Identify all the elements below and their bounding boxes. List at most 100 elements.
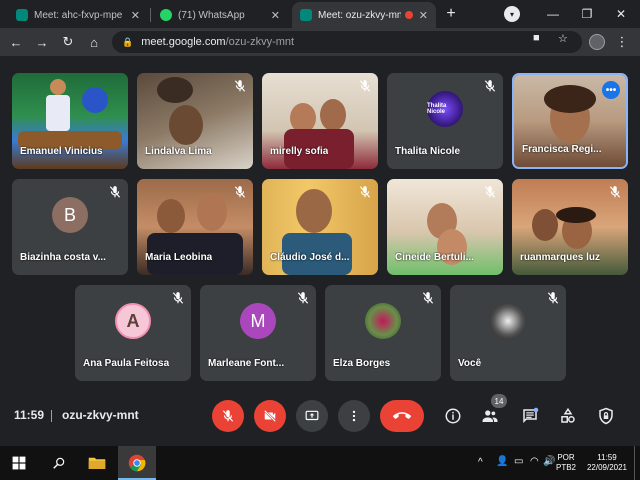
new-tab-button[interactable]: +: [440, 4, 462, 24]
participant-avatar: Thalita Nicole: [427, 91, 463, 127]
participant-tile[interactable]: Thalita Nicole Thalita Nicole: [387, 73, 503, 169]
system-time: 11:59: [597, 453, 617, 462]
mic-toggle-button[interactable]: [212, 400, 244, 432]
tab-meet-ozu[interactable]: Meet: ozu-zkvy-mnt ✕: [292, 2, 436, 28]
tray-chevron-up-icon[interactable]: ^: [478, 458, 483, 468]
menu-kebab-icon[interactable]: ⋮: [612, 32, 632, 52]
keyboard-layout: PTB2: [556, 463, 577, 472]
participant-tile[interactable]: ruanmarques luz: [512, 179, 628, 275]
forward-arrow-icon[interactable]: →: [32, 32, 52, 52]
participant-name: Ana Paula Feitosa: [83, 358, 170, 369]
participant-tile[interactable]: Cineide Bertuli...: [387, 179, 503, 275]
system-date: 22/09/2021: [586, 463, 628, 472]
participant-tile-active-speaker[interactable]: ••• Francisca Regi...: [512, 73, 628, 169]
participant-name: Thalita Nicole: [395, 146, 461, 157]
participant-tile[interactable]: Emanuel Vinicius: [12, 73, 128, 169]
tab-whatsapp[interactable]: (71) WhatsApp ✕: [152, 2, 288, 28]
shield-lock-icon: [599, 407, 613, 425]
camera-in-use-icon[interactable]: ■: [533, 32, 540, 44]
meeting-clock: 11:59: [14, 408, 45, 422]
participant-tile[interactable]: M Marleane Font...: [200, 285, 316, 381]
close-icon[interactable]: ✕: [131, 9, 140, 22]
recording-indicator-icon: [404, 11, 413, 19]
participant-tile[interactable]: B Biazinha costa v...: [12, 179, 128, 275]
mic-off-icon: [422, 292, 434, 304]
profile-avatar[interactable]: [589, 34, 605, 50]
participant-avatar-photo: [365, 303, 401, 339]
participant-name: Elza Borges: [333, 358, 391, 369]
tab-meet-ahc[interactable]: Meet: ahc-fxvp-mpe ✕: [8, 2, 148, 28]
mic-off-icon: [609, 186, 621, 198]
meet-control-bar: 11:59 ozu-zkvy-mnt: [0, 396, 640, 436]
participant-tile[interactable]: Cláudio José d...: [262, 179, 378, 275]
meeting-details-button[interactable]: [441, 404, 465, 428]
home-icon[interactable]: ⌂: [84, 32, 104, 52]
more-vert-icon: [352, 410, 356, 422]
info-icon: [445, 408, 461, 424]
window-close-icon[interactable]: ✕: [604, 2, 638, 26]
network-icon[interactable]: ▭: [514, 457, 523, 467]
mic-off-icon: [547, 292, 559, 304]
mic-off-icon: [359, 80, 371, 92]
participant-tile-self[interactable]: Você: [450, 285, 566, 381]
mic-off-icon: [109, 186, 121, 198]
participant-name: Cláudio José d...: [270, 252, 350, 263]
url-path: /ozu-zkvy-mnt: [225, 36, 295, 48]
mic-off-icon: [297, 292, 309, 304]
participant-tile[interactable]: Maria Leobina: [137, 179, 253, 275]
participant-tile[interactable]: Elza Borges: [325, 285, 441, 381]
participant-name: Você: [458, 358, 482, 369]
language-indicator[interactable]: POR PTB2: [556, 453, 576, 473]
system-clock[interactable]: 11:59 22/09/2021: [584, 453, 630, 473]
activities-shapes-icon: [561, 407, 575, 423]
bookmark-star-icon[interactable]: ☆: [558, 32, 568, 45]
wifi-icon[interactable]: ◠: [530, 457, 539, 467]
windows-start-icon[interactable]: [8, 452, 30, 474]
host-controls-button[interactable]: [594, 404, 618, 428]
participant-name: Lindalva Lima: [145, 146, 212, 157]
more-options-button[interactable]: [338, 400, 370, 432]
mic-off-icon: [359, 186, 371, 198]
leave-call-button[interactable]: [380, 400, 424, 432]
activities-button[interactable]: [556, 404, 580, 428]
divider: [51, 410, 52, 422]
participant-name: ruanmarques luz: [520, 252, 601, 263]
file-explorer-icon[interactable]: [86, 452, 108, 474]
camera-toggle-button[interactable]: [254, 400, 286, 432]
mic-off-icon: [484, 186, 496, 198]
participant-tile[interactable]: A Ana Paula Feitosa: [75, 285, 191, 381]
hang-up-icon: [393, 412, 411, 419]
participant-tile[interactable]: mirelly sofia: [262, 73, 378, 169]
url-host: meet.google.com: [141, 36, 226, 48]
chrome-icon[interactable]: [126, 452, 148, 474]
participant-tile[interactable]: Lindalva Lima: [137, 73, 253, 169]
show-desktop-button[interactable]: [634, 446, 635, 480]
tab-search-icon[interactable]: ▾: [504, 6, 520, 22]
people-icon: [482, 410, 498, 422]
back-arrow-icon[interactable]: ←: [6, 32, 26, 52]
mic-off-icon: [234, 80, 246, 92]
participant-name: Marleane Font...: [208, 358, 285, 369]
close-icon[interactable]: ✕: [271, 9, 280, 22]
chat-icon: [523, 407, 539, 424]
browser-tab-bar: Meet: ahc-fxvp-mpe ✕ (71) WhatsApp ✕ Mee…: [0, 0, 640, 28]
tab-title: (71) WhatsApp: [178, 9, 245, 21]
volume-icon[interactable]: 🔊: [543, 457, 555, 467]
more-options-icon[interactable]: •••: [602, 81, 620, 99]
whatsapp-icon: [160, 9, 172, 21]
tab-divider: [150, 8, 151, 22]
present-screen-icon: [305, 410, 319, 421]
restore-icon[interactable]: ❐: [570, 2, 604, 26]
address-bar[interactable]: 🔒 meet.google.com /ozu-zkvy-mnt: [112, 31, 582, 53]
close-icon[interactable]: ✕: [419, 9, 428, 22]
reload-icon[interactable]: ↻: [58, 32, 78, 52]
minimize-icon[interactable]: —: [536, 2, 570, 26]
participant-count-badge: 14: [491, 394, 507, 408]
participant-avatar-initial: B: [52, 197, 88, 233]
participant-name: Cineide Bertuli...: [395, 252, 474, 263]
tab-title: Meet: ahc-fxvp-mpe: [34, 9, 123, 21]
people-tray-icon[interactable]: 👤: [496, 457, 508, 467]
present-screen-button[interactable]: [296, 400, 328, 432]
search-icon[interactable]: [48, 452, 70, 474]
chat-button[interactable]: [518, 404, 542, 428]
